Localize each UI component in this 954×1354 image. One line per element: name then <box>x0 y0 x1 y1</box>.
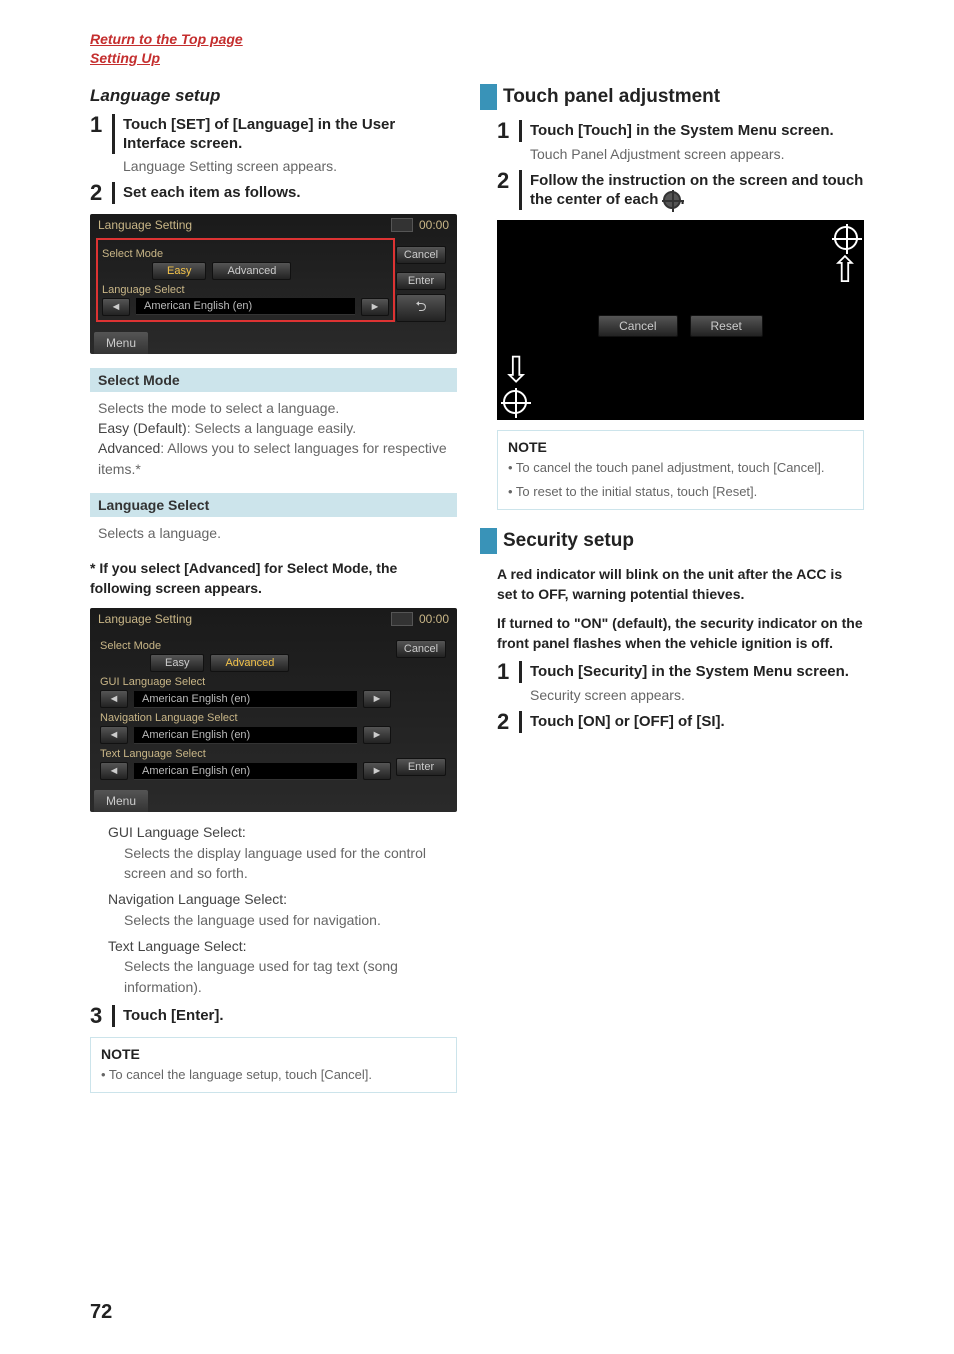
prev-arrow-icon[interactable]: ◄ <box>102 298 130 316</box>
prev-arrow-icon[interactable]: ◄ <box>100 690 128 708</box>
advanced-button[interactable]: Advanced <box>212 262 291 280</box>
reset-button[interactable]: Reset <box>690 315 763 337</box>
sec-step2-instr: Touch [ON] or [OFF] of [SI]. <box>530 712 864 732</box>
select-mode-label: Select Mode <box>102 248 389 260</box>
select-mode-desc: Selects the mode to select a language. <box>98 398 453 418</box>
sec-step1-sub: Security screen appears. <box>497 687 864 703</box>
advanced-term: Advanced <box>98 440 160 456</box>
easy-default-term: Easy (Default) <box>98 420 187 436</box>
down-arrow-icon: ⇩ <box>501 352 531 388</box>
note-title: NOTE <box>101 1046 446 1062</box>
language-select-desc: Selects a language. <box>90 517 457 543</box>
next-arrow-icon[interactable]: ► <box>361 298 389 316</box>
note-box: NOTE • To cancel the language setup, tou… <box>90 1037 457 1093</box>
ui2-select-mode-label: Select Mode <box>100 640 391 652</box>
text-lang-label: Text Language Select <box>100 748 391 760</box>
language-setup-heading: Language setup <box>90 86 457 106</box>
cancel-button[interactable]: Cancel <box>598 315 677 337</box>
language-value: American English (en) <box>136 298 355 315</box>
page-number: 72 <box>90 1301 112 1324</box>
touch-panel-heading: Touch panel adjustment <box>503 86 720 108</box>
step-number-3: 3 <box>90 1005 112 1027</box>
prev-arrow-icon[interactable]: ◄ <box>100 726 128 744</box>
step-number-1: 1 <box>90 114 112 154</box>
prev-arrow-icon[interactable]: ◄ <box>100 762 128 780</box>
calibration-target-icon[interactable] <box>834 226 858 250</box>
note-line: • To cancel the language setup, touch [C… <box>101 1066 446 1084</box>
menu-tab[interactable]: Menu <box>94 332 148 354</box>
ui1-clock: 00:00 <box>419 218 449 232</box>
target-icon <box>663 191 681 209</box>
enter-button[interactable]: Enter <box>396 272 446 290</box>
next-arrow-icon[interactable]: ► <box>363 726 391 744</box>
touch-step1-instr: Touch [Touch] in the System Menu screen. <box>530 121 864 141</box>
ui2-title: Language Setting <box>98 612 192 626</box>
text-lang-value: American English (en) <box>134 763 357 780</box>
touch-step1-sub: Touch Panel Adjustment screen appears. <box>497 146 864 162</box>
note-line-1: • To cancel the touch panel adjustment, … <box>508 459 853 477</box>
touch-adjustment-screenshot: ⇧ Cancel Reset ⇩ <box>497 220 864 420</box>
step1-instruction: Touch [SET] of [Language] in the User In… <box>123 115 457 154</box>
easy-button[interactable]: Easy <box>152 262 206 280</box>
heading-marker-icon <box>480 84 497 110</box>
section-link[interactable]: Setting Up <box>90 49 864 68</box>
calibration-target-icon[interactable] <box>503 390 527 414</box>
status-icon <box>391 218 413 232</box>
step1-sub: Language Setting screen appears. <box>90 158 457 174</box>
text-select-desc: Selects the language used for tag text (… <box>108 956 457 997</box>
gui-lang-value: American English (en) <box>134 691 357 708</box>
step2-instruction: Set each item as follows. <box>123 183 457 203</box>
nav-select-term: Navigation Language Select <box>108 891 283 907</box>
gui-lang-label: GUI Language Select <box>100 676 391 688</box>
ui1-title: Language Setting <box>98 218 192 232</box>
easy-button[interactable]: Easy <box>150 654 204 672</box>
next-arrow-icon[interactable]: ► <box>363 690 391 708</box>
touch-step2-instr: Follow the instruction on the screen and… <box>530 171 864 210</box>
advanced-button[interactable]: Advanced <box>210 654 289 672</box>
note-line-2: • To reset to the initial status, touch … <box>508 483 853 501</box>
language-select-heading: Language Select <box>90 493 457 517</box>
security-paragraph-2: If turned to "ON" (default), the securit… <box>497 613 864 654</box>
cancel-button[interactable]: Cancel <box>396 640 446 658</box>
step-number-2: 2 <box>90 182 112 204</box>
sec-step-number-2: 2 <box>497 711 519 733</box>
touch-step-number-2: 2 <box>497 170 519 210</box>
sec-step1-instr: Touch [Security] in the System Menu scre… <box>530 662 864 682</box>
gui-select-desc: Selects the display language used for th… <box>108 843 457 884</box>
enter-button[interactable]: Enter <box>396 758 446 776</box>
select-mode-heading: Select Mode <box>90 368 457 392</box>
security-paragraph-1: A red indicator will blink on the unit a… <box>497 564 864 605</box>
up-arrow-icon: ⇧ <box>830 252 860 288</box>
menu-tab[interactable]: Menu <box>94 790 148 812</box>
sec-step-number-1: 1 <box>497 661 519 683</box>
note-title: NOTE <box>508 439 853 455</box>
gui-select-term: GUI Language Select <box>108 824 242 840</box>
cancel-button[interactable]: Cancel <box>396 246 446 264</box>
status-icon <box>391 612 413 626</box>
touch-step-number-1: 1 <box>497 120 519 142</box>
touch-note-box: NOTE • To cancel the touch panel adjustm… <box>497 430 864 510</box>
back-icon[interactable]: ⮌ <box>396 294 446 322</box>
language-select-label: Language Select <box>102 284 389 296</box>
text-select-term: Text Language Select <box>108 938 243 954</box>
return-top-link[interactable]: Return to the Top page <box>90 30 864 49</box>
ui2-clock: 00:00 <box>419 612 449 626</box>
nav-lang-value: American English (en) <box>134 727 357 744</box>
next-arrow-icon[interactable]: ► <box>363 762 391 780</box>
step3-instruction: Touch [Enter]. <box>123 1006 457 1026</box>
nav-select-desc: Selects the language used for navigation… <box>108 910 457 930</box>
easy-default-desc: : Selects a language easily. <box>187 420 356 436</box>
heading-marker-icon <box>480 528 497 554</box>
security-setup-heading: Security setup <box>503 530 634 552</box>
language-setting-screenshot-easy: Language Setting 00:00 Select Mode Easy … <box>90 214 457 354</box>
advanced-note: * If you select [Advanced] for Select Mo… <box>90 559 457 598</box>
nav-lang-label: Navigation Language Select <box>100 712 391 724</box>
language-setting-screenshot-advanced: Language Setting 00:00 Select Mode Easy … <box>90 608 457 812</box>
